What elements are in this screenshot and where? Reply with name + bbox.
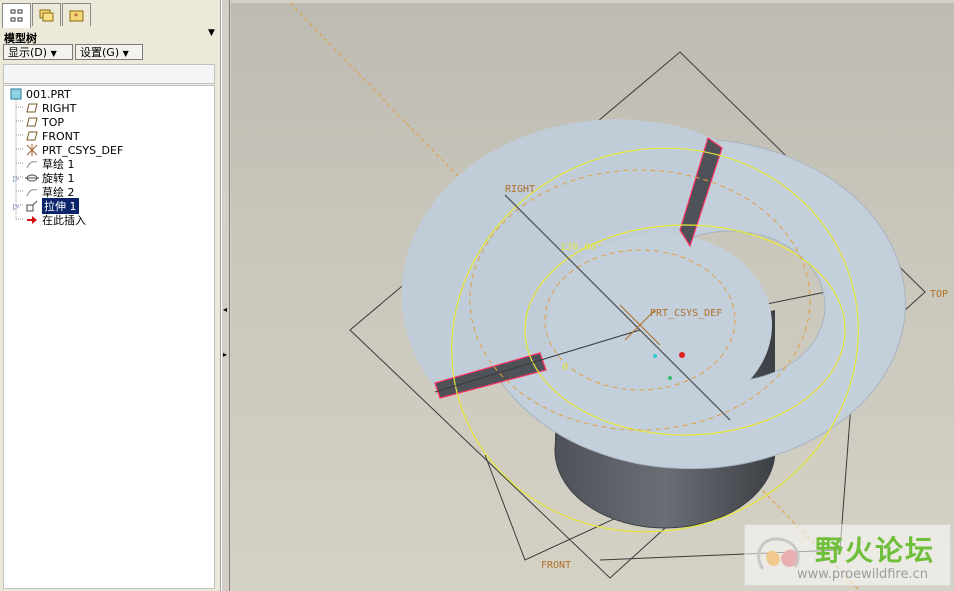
expand-right-arrow-icon[interactable]: ▸	[223, 350, 227, 359]
tree-item-label: 在此插入	[42, 214, 86, 227]
tree-item-sketch-1[interactable]: 草绘 1	[25, 157, 75, 171]
csys-point-green	[668, 376, 672, 380]
tree-item-label: PRT_CSYS_DEF	[42, 143, 124, 157]
folder-browser-tab[interactable]	[32, 3, 61, 26]
csys-point-red	[679, 352, 685, 358]
tree-item-extrude-1[interactable]: ▷ 拉伸 1	[13, 198, 79, 214]
label-right: RIGHT	[505, 184, 535, 195]
datum-plane-icon	[25, 102, 39, 114]
expand-arrow-icon[interactable]: ▷	[13, 202, 19, 211]
settings-menu-label: 设置(G)	[80, 46, 120, 59]
tree-item-front[interactable]: FRONT	[25, 129, 80, 143]
collapse-left-arrow-icon[interactable]: ◂	[223, 305, 227, 314]
datum-plane-icon	[25, 116, 39, 128]
tree-filter-box[interactable]	[3, 64, 215, 84]
tree-item-insert-here[interactable]: 在此插入	[25, 213, 86, 227]
watermark-url: www.proewildfire.cn	[797, 567, 928, 582]
label-front: FRONT	[541, 560, 571, 571]
panel-menu-arrow-icon[interactable]: ▼	[208, 28, 215, 38]
chevron-down-icon: ▼	[122, 49, 129, 58]
show-menu-label: 显示(D)	[8, 46, 48, 59]
datum-plane-icon	[25, 130, 39, 142]
show-menu-button[interactable]: 显示(D) ▼	[3, 44, 73, 60]
tree-item-part[interactable]: 001.PRT	[9, 87, 71, 101]
dim-value[interactable]: 0	[562, 362, 568, 373]
sketch-icon	[25, 186, 39, 198]
expand-arrow-icon[interactable]: ▷	[13, 174, 19, 183]
revolve-icon	[25, 172, 39, 184]
tree-item-label: FRONT	[42, 129, 80, 143]
watermark-title: 野火论坛	[815, 534, 936, 567]
cylinder-top-face	[548, 233, 772, 417]
navigator-tabs: *	[2, 3, 92, 28]
settings-menu-button[interactable]: 设置(G) ▼	[75, 44, 143, 60]
tree-item-sketch-2[interactable]: 草绘 2	[25, 185, 75, 199]
model-tree-tab[interactable]	[2, 3, 31, 28]
panel-splitter[interactable]: ◂ ▸	[221, 0, 230, 591]
folder-browser-icon	[39, 9, 53, 22]
model-tree-panel: * ▼ 模型树 显示(D) ▼ 设置(G) ▼ 001.PRT RIGHT TO…	[0, 0, 221, 591]
favorites-tab[interactable]: *	[62, 3, 91, 26]
extrude-icon	[25, 200, 39, 212]
favorites-icon: *	[69, 10, 83, 22]
coordinate-system-icon	[25, 144, 39, 156]
tree-item-top[interactable]: TOP	[25, 115, 64, 129]
svg-text:*: *	[74, 12, 78, 21]
tree-item-label: 001.PRT	[26, 87, 71, 101]
part-icon	[9, 88, 23, 100]
tree-item-right[interactable]: RIGHT	[25, 101, 76, 115]
sketch-icon	[25, 158, 39, 170]
label-top: TOP	[930, 289, 948, 300]
tree-item-revolve-1[interactable]: ▷ 旋转 1	[13, 171, 75, 185]
model-tree-icon	[10, 9, 22, 22]
dim-angle[interactable]: 120.00°	[560, 242, 602, 253]
watermark: 野火论坛 www.proewildfire.cn	[744, 524, 951, 586]
tree-item-label: RIGHT	[42, 101, 77, 115]
graphics-viewport[interactable]: RIGHT TOP FRONT PRT_CSYS_DEF 120.00° 0 野…	[231, 3, 954, 591]
model-tree: 001.PRT RIGHT TOP FRONT PRT_CSYS_DEF 草绘 …	[3, 85, 215, 589]
tree-item-csys[interactable]: PRT_CSYS_DEF	[25, 143, 123, 157]
insert-here-arrow-icon	[25, 214, 39, 226]
chevron-down-icon: ▼	[50, 49, 57, 58]
model-3d-view: RIGHT TOP FRONT PRT_CSYS_DEF 120.00° 0	[289, 3, 948, 591]
tree-item-label: TOP	[42, 115, 65, 129]
csys-point-cyan	[653, 354, 657, 358]
label-csys: PRT_CSYS_DEF	[650, 308, 722, 319]
